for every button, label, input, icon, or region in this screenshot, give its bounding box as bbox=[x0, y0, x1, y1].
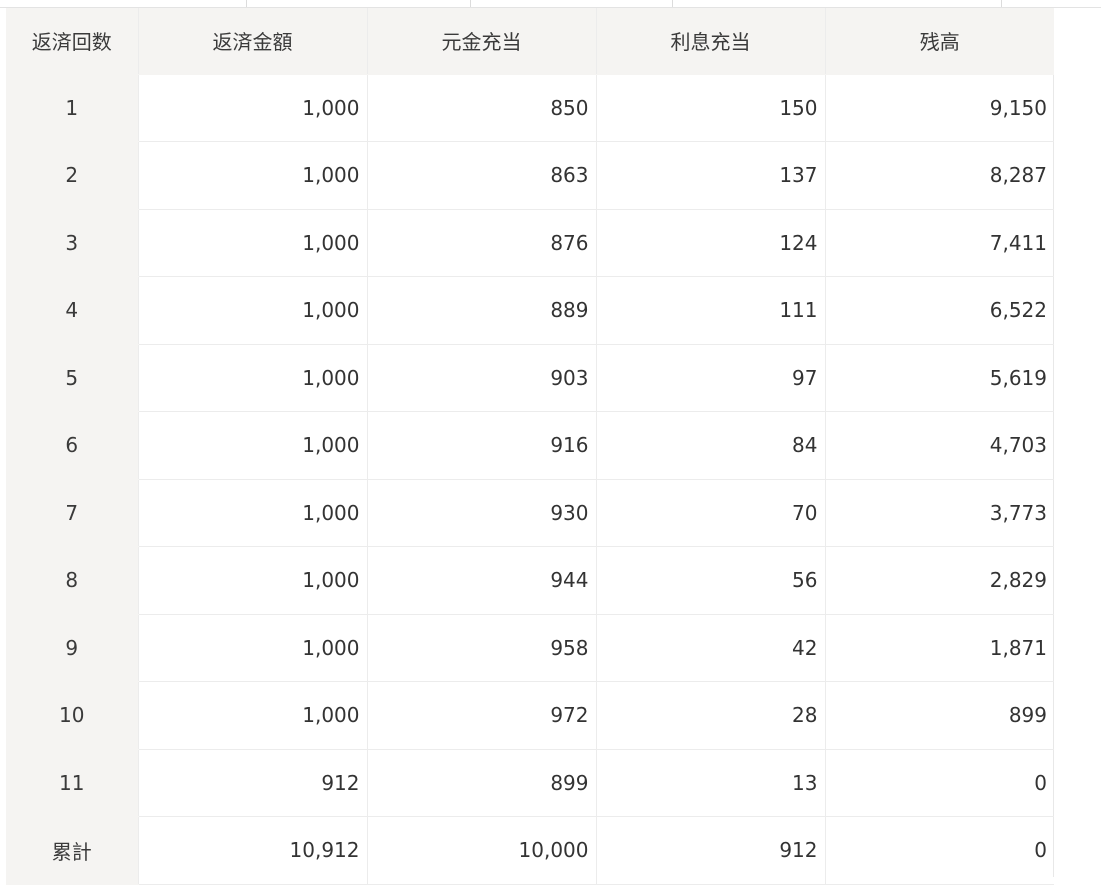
payment-amount-cell: 1,000 bbox=[138, 209, 368, 277]
principal-cell: 930 bbox=[367, 479, 597, 547]
header-payment-amount: 返済金額 bbox=[138, 8, 368, 75]
principal-cell: 889 bbox=[367, 276, 597, 345]
top-strip bbox=[0, 0, 1101, 8]
top-divider bbox=[246, 0, 247, 7]
top-divider bbox=[1001, 0, 1002, 7]
interest-cell: 912 bbox=[596, 816, 826, 885]
table-row: 1 1,000 850 150 9,150 bbox=[6, 74, 1054, 142]
principal-cell: 972 bbox=[367, 681, 597, 750]
balance-cell: 7,411 bbox=[825, 209, 1054, 277]
top-divider bbox=[470, 0, 471, 7]
balance-cell: 6,522 bbox=[825, 276, 1054, 345]
balance-cell: 0 bbox=[825, 816, 1054, 885]
payment-amount-cell: 1,000 bbox=[138, 479, 368, 547]
payment-amount-cell: 1,000 bbox=[138, 74, 368, 142]
payment-number-cell: 累計 bbox=[6, 816, 139, 885]
principal-cell: 899 bbox=[367, 749, 597, 817]
principal-cell: 850 bbox=[367, 74, 597, 142]
payment-number-cell: 7 bbox=[6, 479, 139, 547]
table-row: 7 1,000 930 70 3,773 bbox=[6, 479, 1054, 547]
balance-cell: 4,703 bbox=[825, 411, 1054, 480]
principal-cell: 958 bbox=[367, 614, 597, 682]
table-body: 1 1,000 850 150 9,150 2 1,000 863 137 8,287 3 1,000… bbox=[6, 74, 1054, 885]
payment-number-cell: 2 bbox=[6, 141, 139, 210]
repayment-schedule-table: 返済回数 返済金額 元金充当 利息充当 残高 1 1,000 850 150 9,150… bbox=[6, 8, 1054, 885]
payment-amount-cell: 1,000 bbox=[138, 681, 368, 750]
interest-cell: 97 bbox=[596, 344, 826, 412]
payment-amount-cell: 1,000 bbox=[138, 614, 368, 682]
table-row: 11 912 899 13 0 bbox=[6, 749, 1054, 817]
balance-cell: 9,150 bbox=[825, 74, 1054, 142]
interest-cell: 28 bbox=[596, 681, 826, 750]
table-row: 4 1,000 889 111 6,522 bbox=[6, 276, 1054, 345]
balance-cell: 3,773 bbox=[825, 479, 1054, 547]
interest-cell: 42 bbox=[596, 614, 826, 682]
table-row: 6 1,000 916 84 4,703 bbox=[6, 411, 1054, 480]
balance-cell: 1,871 bbox=[825, 614, 1054, 682]
payment-amount-cell: 1,000 bbox=[138, 141, 368, 210]
payment-amount-cell: 1,000 bbox=[138, 276, 368, 345]
table-row: 9 1,000 958 42 1,871 bbox=[6, 614, 1054, 682]
payment-number-cell: 6 bbox=[6, 411, 139, 480]
payment-amount-cell: 1,000 bbox=[138, 546, 368, 615]
header-interest: 利息充当 bbox=[596, 8, 826, 75]
balance-cell: 2,829 bbox=[825, 546, 1054, 615]
balance-cell: 5,619 bbox=[825, 344, 1054, 412]
interest-cell: 137 bbox=[596, 141, 826, 210]
balance-cell: 899 bbox=[825, 681, 1054, 750]
table-row: 10 1,000 972 28 899 bbox=[6, 681, 1054, 750]
header-principal: 元金充当 bbox=[367, 8, 597, 75]
payment-number-cell: 9 bbox=[6, 614, 139, 682]
payment-amount-cell: 912 bbox=[138, 749, 368, 817]
table-row: 2 1,000 863 137 8,287 bbox=[6, 141, 1054, 210]
top-divider bbox=[672, 0, 673, 7]
payment-number-cell: 10 bbox=[6, 681, 139, 750]
interest-cell: 124 bbox=[596, 209, 826, 277]
interest-cell: 111 bbox=[596, 276, 826, 345]
payment-amount-cell: 1,000 bbox=[138, 411, 368, 480]
table-row: 5 1,000 903 97 5,619 bbox=[6, 344, 1054, 412]
principal-cell: 863 bbox=[367, 141, 597, 210]
balance-cell: 8,287 bbox=[825, 141, 1054, 210]
payment-amount-cell: 10,912 bbox=[138, 816, 368, 885]
table-row: 3 1,000 876 124 7,411 bbox=[6, 209, 1054, 277]
principal-cell: 903 bbox=[367, 344, 597, 412]
principal-cell: 10,000 bbox=[367, 816, 597, 885]
balance-cell: 0 bbox=[825, 749, 1054, 817]
interest-cell: 56 bbox=[596, 546, 826, 615]
table-header-row: 返済回数 返済金額 元金充当 利息充当 残高 bbox=[6, 8, 1054, 75]
principal-cell: 876 bbox=[367, 209, 597, 277]
payment-number-cell: 1 bbox=[6, 74, 139, 142]
payment-amount-cell: 1,000 bbox=[138, 344, 368, 412]
repayment-table-container: 返済回数 返済金額 元金充当 利息充当 残高 1 1,000 850 150 9,150… bbox=[6, 8, 1054, 885]
principal-cell: 944 bbox=[367, 546, 597, 615]
payment-number-cell: 8 bbox=[6, 546, 139, 615]
interest-cell: 70 bbox=[596, 479, 826, 547]
interest-cell: 84 bbox=[596, 411, 826, 480]
payment-number-cell: 3 bbox=[6, 209, 139, 277]
interest-cell: 13 bbox=[596, 749, 826, 817]
header-payment-number: 返済回数 bbox=[6, 8, 139, 75]
header-balance: 残高 bbox=[825, 8, 1054, 75]
payment-number-cell: 11 bbox=[6, 749, 139, 817]
payment-number-cell: 4 bbox=[6, 276, 139, 345]
interest-cell: 150 bbox=[596, 74, 826, 142]
table-row: 8 1,000 944 56 2,829 bbox=[6, 546, 1054, 615]
principal-cell: 916 bbox=[367, 411, 597, 480]
payment-number-cell: 5 bbox=[6, 344, 139, 412]
total-row: 累計 10,912 10,000 912 0 bbox=[6, 816, 1054, 885]
